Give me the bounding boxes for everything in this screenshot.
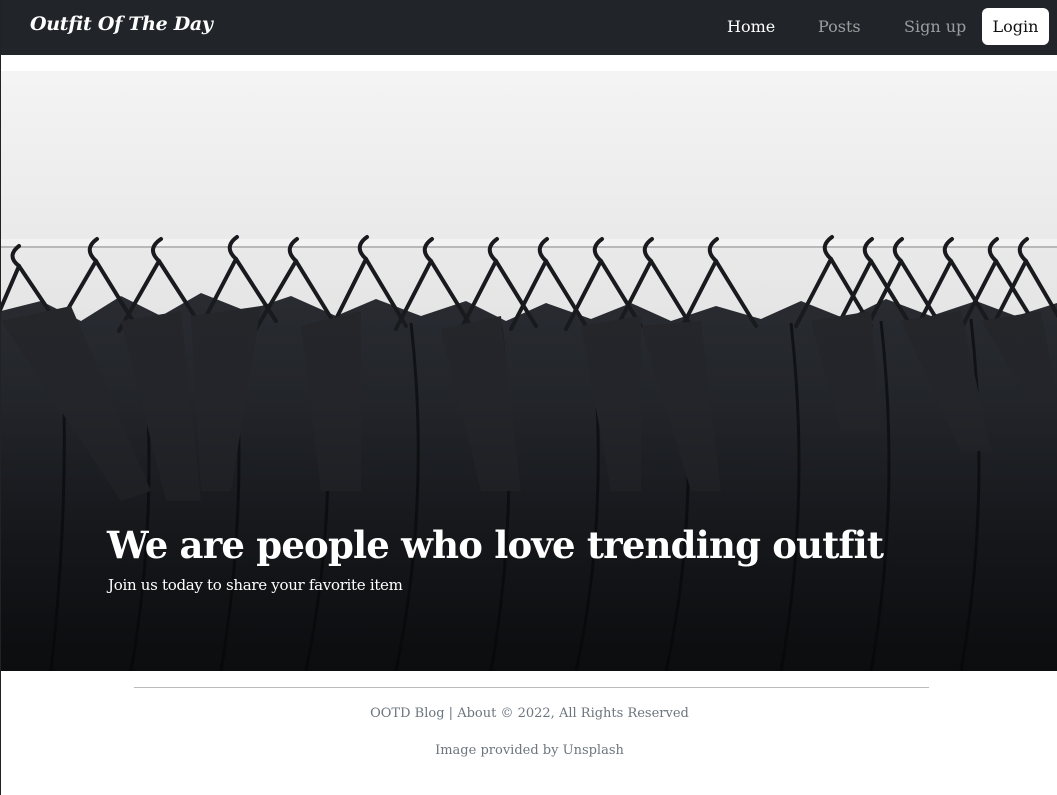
brand-logo[interactable]: Outfit Of The Day <box>30 13 213 35</box>
nav-link-signup[interactable]: Sign up <box>904 17 966 36</box>
page: Outfit Of The Day Home Posts Sign up Log… <box>0 0 1057 795</box>
nav-link-posts[interactable]: Posts <box>818 17 861 36</box>
hero-subtitle: Join us today to share your favorite ite… <box>108 576 403 594</box>
footer-separator: | <box>448 706 454 721</box>
hero-title: We are people who love trending outfit <box>107 523 884 567</box>
footer-unsplash-link[interactable]: Unsplash <box>563 743 624 758</box>
footer-credit: Image provided by Unsplash <box>1 743 1057 758</box>
navbar: Outfit Of The Day Home Posts Sign up Log… <box>1 0 1057 55</box>
footer-about-link[interactable]: About <box>457 706 496 721</box>
footer-divider <box>134 687 929 688</box>
nav-link-home[interactable]: Home <box>727 17 775 36</box>
hero-banner: We are people who love trending outfit J… <box>1 71 1057 671</box>
login-button[interactable]: Login <box>982 8 1049 45</box>
footer-copyright: © 2022, All Rights Reserved <box>500 706 689 721</box>
footer-links: OOTD Blog | About © 2022, All Rights Res… <box>1 706 1057 721</box>
footer-blog-link[interactable]: OOTD Blog <box>370 706 444 721</box>
footer-credit-prefix: Image provided by <box>435 743 559 758</box>
